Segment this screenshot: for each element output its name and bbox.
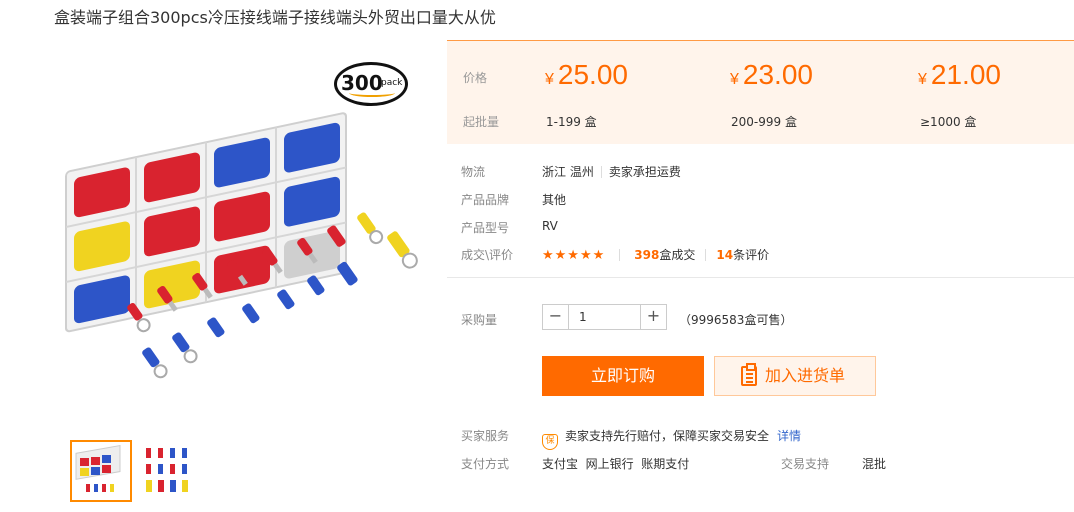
trade-support-value: 混批: [862, 457, 887, 471]
trade-support-label: 交易支持: [781, 457, 830, 471]
guarantee-shield-icon: 保: [542, 434, 558, 450]
stock-available: （9996583盒可售）: [679, 313, 793, 327]
currency-symbol: ¥: [730, 71, 739, 88]
details-link[interactable]: 详情: [777, 429, 801, 443]
buyer-service-label: 买家服务: [461, 429, 510, 443]
product-title: 盒装端子组合300pcs冷压接线端子接线端头外贸出口量大从优: [54, 8, 496, 27]
deals-value: ★★★★★ 398盒成交 14条评价: [542, 246, 769, 263]
tier-2-range: 200-999 盒: [731, 115, 797, 129]
moq-label: 起批量: [463, 115, 500, 129]
ship-from-location: 浙江 温州: [542, 165, 594, 179]
add-to-cart-button[interactable]: 加入进货单: [714, 356, 876, 396]
price-tier-3: ¥21.00: [918, 59, 1001, 91]
tier-1-range: 1-199 盒: [546, 115, 597, 129]
add-to-cart-label: 加入进货单: [765, 366, 846, 385]
deals-count[interactable]: 398: [634, 248, 659, 262]
quantity-label: 采购量: [461, 313, 498, 327]
terminal-kit-illustration: [65, 112, 418, 379]
logistics-label: 物流: [461, 165, 486, 179]
tier-3-range: ≥1000 盒: [920, 115, 977, 129]
deals-label: 成交\评价: [461, 248, 514, 262]
thumbnail-2[interactable]: [138, 440, 200, 502]
reviews-count[interactable]: 14: [716, 248, 733, 262]
payment-label: 支付方式: [461, 457, 510, 471]
badge-arrow-icon: [349, 89, 395, 97]
price-label: 价格: [463, 71, 488, 85]
model-value: RV: [542, 219, 558, 233]
quantity-stepper[interactable]: − 1 +: [542, 304, 667, 330]
currency-symbol: ¥: [545, 71, 554, 88]
thumbnail-1[interactable]: [70, 440, 132, 502]
price-panel: 价格 起批量 ¥25.00 ¥23.00 ¥21.00 1-199 盒 200-…: [447, 40, 1074, 144]
clipboard-icon: [741, 363, 757, 386]
reviews-unit: 条评价: [733, 248, 770, 262]
shipping-terms: 卖家承担运费: [608, 165, 681, 179]
price-tier-2: ¥23.00: [730, 59, 813, 91]
logistics-value: 浙江 温州 卖家承担运费: [542, 163, 681, 180]
quantity-input[interactable]: 1: [579, 310, 587, 324]
buyer-service-value: 保卖家支持先行赔付，保障买家交易安全 详情: [542, 427, 801, 450]
rating-stars-icon[interactable]: ★★★★★: [542, 248, 605, 263]
divider: [705, 249, 707, 261]
brand-value: 其他: [542, 193, 567, 207]
currency-symbol: ¥: [918, 71, 927, 88]
section-divider: [447, 277, 1074, 278]
increase-quantity-button[interactable]: +: [640, 305, 666, 329]
deals-unit: 盒成交: [659, 248, 696, 262]
payment-methods: 支付宝 网上银行 账期支付: [542, 457, 690, 471]
decrease-quantity-button[interactable]: −: [543, 305, 569, 329]
price-value: 23.00: [742, 59, 813, 90]
model-label: 产品型号: [461, 221, 510, 235]
divider: [600, 166, 602, 178]
main-product-image[interactable]: 300 pack: [56, 52, 426, 422]
thumbnail-terminals-image: [146, 448, 188, 492]
price-tier-1: ¥25.00: [545, 59, 628, 91]
badge-text: pack: [381, 78, 403, 88]
brand-label: 产品品牌: [461, 193, 510, 207]
thumbnail-kit-image: [75, 444, 121, 492]
300-pack-badge: 300 pack: [334, 62, 408, 106]
guarantee-text: 卖家支持先行赔付，保障买家交易安全: [565, 429, 770, 443]
buy-now-button[interactable]: 立即订购: [542, 356, 704, 396]
divider: [619, 249, 621, 261]
price-value: 25.00: [557, 59, 628, 90]
price-value: 21.00: [930, 59, 1001, 90]
